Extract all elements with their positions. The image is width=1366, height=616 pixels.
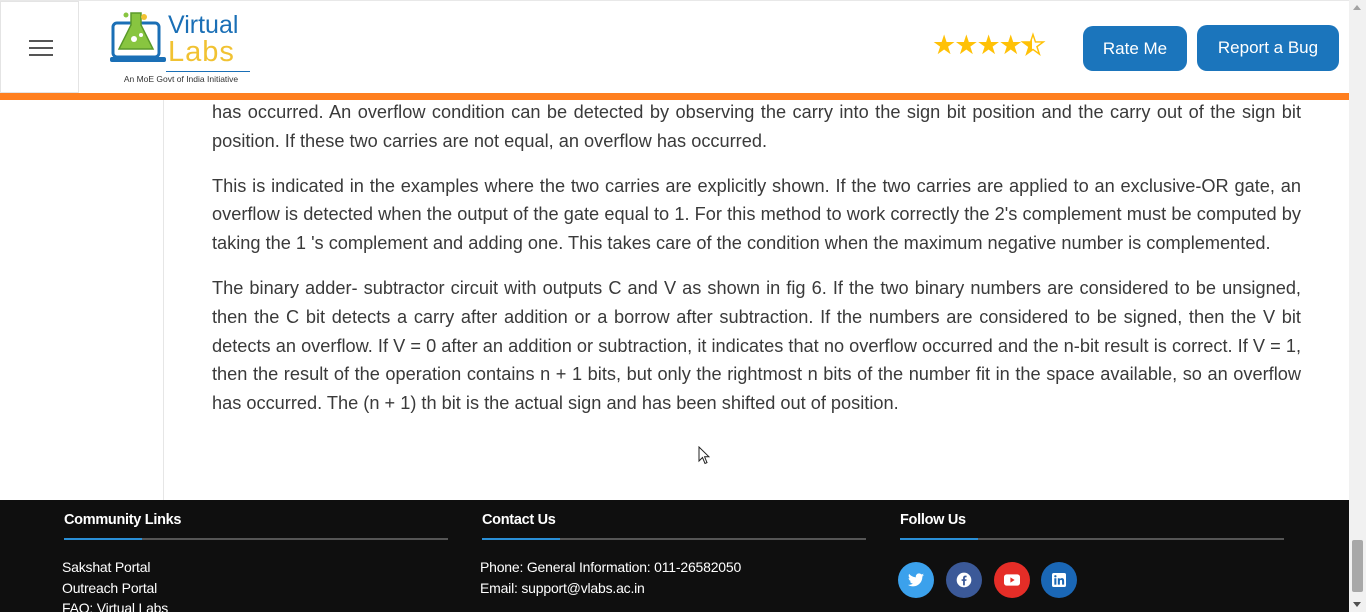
site-footer: Community Links Sakshat Portal Outreach …	[0, 500, 1349, 616]
heading-rule	[482, 538, 866, 540]
mouse-cursor-icon	[698, 446, 710, 465]
facebook-button[interactable]	[946, 562, 982, 598]
scroll-down-arrow-icon[interactable]	[1353, 602, 1361, 607]
logo-rule	[166, 71, 250, 72]
rate-me-button[interactable]: Rate Me	[1083, 26, 1187, 71]
heading-rule	[64, 538, 448, 540]
logo-tagline: An MoE Govt of India Initiative	[123, 74, 239, 84]
heading-rule	[900, 538, 1284, 540]
menu-bar-icon	[29, 54, 53, 56]
star-full-icon: ★	[954, 30, 978, 61]
facebook-icon	[956, 572, 972, 588]
paragraph-xor-gate: This is indicated in the examples where …	[212, 175, 1301, 254]
page-scrollbar[interactable]	[1349, 0, 1366, 612]
twitter-button[interactable]	[898, 562, 934, 598]
scrollbar-thumb[interactable]	[1352, 540, 1363, 592]
virtual-labs-logo[interactable]: Virtual Labs An MoE Govt of India Initia…	[110, 9, 252, 85]
linkedin-icon	[1052, 573, 1066, 587]
youtube-icon	[1004, 574, 1020, 586]
report-bug-button[interactable]: Report a Bug	[1197, 25, 1339, 71]
contact-email[interactable]: Email: support@vlabs.ac.in	[480, 580, 645, 596]
contact-heading: Contact Us	[482, 512, 556, 528]
star-half-icon: ★★	[1020, 30, 1046, 61]
follow-us-heading: Follow Us	[900, 512, 966, 528]
star-full-icon: ★	[998, 30, 1023, 61]
star-full-icon: ★	[932, 30, 956, 61]
star-full-icon: ★	[976, 30, 1000, 61]
hamburger-menu-button[interactable]	[0, 1, 79, 93]
logo-word-labs: Labs	[168, 36, 235, 68]
youtube-button[interactable]	[994, 562, 1030, 598]
menu-bar-icon	[29, 47, 53, 49]
sidebar-divider	[163, 100, 164, 500]
menu-bar-icon	[29, 40, 53, 42]
rating-stars[interactable]: ★★★★★★	[932, 30, 1046, 61]
faq-link[interactable]: FAQ: Virtual Labs	[62, 600, 168, 616]
paragraph-adder-subtractor: The binary adder- subtractor circuit wit…	[212, 277, 1301, 414]
community-links-heading: Community Links	[64, 512, 182, 528]
sakshat-portal-link[interactable]: Sakshat Portal	[62, 559, 150, 575]
article-content: has occurred. An overflow condition can …	[212, 98, 1301, 434]
flask-monitor-icon	[110, 12, 166, 62]
scroll-up-arrow-icon[interactable]	[1353, 5, 1361, 10]
outreach-portal-link[interactable]: Outreach Portal	[62, 580, 157, 596]
contact-phone: Phone: General Information: 011-26582050	[480, 559, 742, 575]
twitter-icon	[908, 573, 924, 587]
paragraph-overflow-detection: has occurred. An overflow condition can …	[212, 102, 1301, 151]
linkedin-button[interactable]	[1041, 562, 1077, 598]
site-header: Virtual Labs An MoE Govt of India Initia…	[0, 0, 1349, 94]
